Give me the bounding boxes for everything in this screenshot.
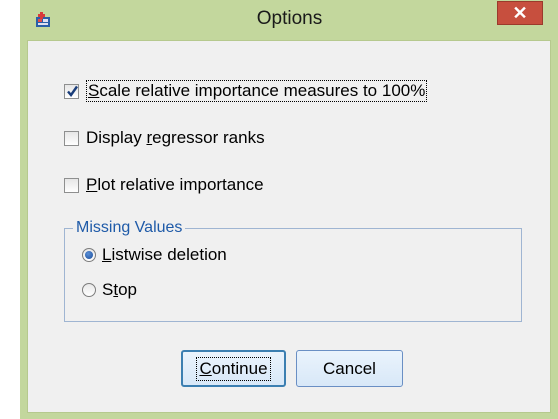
display-ranks-prefix: Display <box>86 128 147 147</box>
stop-radio-row[interactable]: Stop <box>82 279 137 301</box>
stop-prefix: S <box>102 280 114 299</box>
listwise-deletion-label: Listwise deletion <box>102 245 227 265</box>
plot-importance-label: Plot relative importance <box>86 175 264 195</box>
dialog-title: Options <box>256 8 323 29</box>
close-button[interactable]: ✕ <box>497 1 543 25</box>
dialog-client-area: Scale relative importance measures to 10… <box>27 40 551 413</box>
scale-measures-label: Scale relative importance measures to 10… <box>86 80 428 102</box>
stop-label-rest: op <box>118 280 137 299</box>
scale-measures-checkbox[interactable] <box>64 83 79 99</box>
listwise-deletion-label-rest: istwise deletion <box>111 245 227 264</box>
scale-measures-accel: S <box>88 81 100 100</box>
missing-values-group: Missing Values Listwise deletion Stop <box>64 219 522 322</box>
title-bar[interactable]: Options ✕ <box>20 0 558 40</box>
listwise-deletion-radio[interactable] <box>82 248 96 262</box>
plot-importance-checkbox-row[interactable]: Plot relative importance <box>64 173 264 197</box>
plot-importance-label-rest: lot relative importance <box>97 175 264 194</box>
continue-label-rest: ontinue <box>211 358 268 378</box>
display-ranks-checkbox[interactable] <box>64 130 79 146</box>
plot-importance-accel: P <box>86 175 98 194</box>
display-ranks-label-rest: egressor ranks <box>152 128 265 147</box>
plot-importance-checkbox[interactable] <box>64 177 79 193</box>
options-dialog: Options ✕ Scale relative importance meas… <box>20 0 558 419</box>
display-ranks-checkbox-row[interactable]: Display regressor ranks <box>64 126 265 150</box>
missing-values-legend: Missing Values <box>73 219 186 237</box>
checkmark-icon <box>67 85 78 97</box>
continue-button[interactable]: Continue <box>181 350 286 387</box>
continue-accel: C <box>199 358 212 378</box>
stop-radio[interactable] <box>82 283 96 297</box>
stop-label: Stop <box>102 280 137 300</box>
scale-measures-label-rest: cale relative importance measures to 100… <box>99 81 426 100</box>
cancel-button[interactable]: Cancel <box>296 350 403 387</box>
continue-label: Continue <box>196 356 271 381</box>
listwise-deletion-radio-row[interactable]: Listwise deletion <box>82 244 227 266</box>
scale-measures-checkbox-row[interactable]: Scale relative importance measures to 10… <box>64 79 428 103</box>
display-ranks-label: Display regressor ranks <box>86 128 265 148</box>
